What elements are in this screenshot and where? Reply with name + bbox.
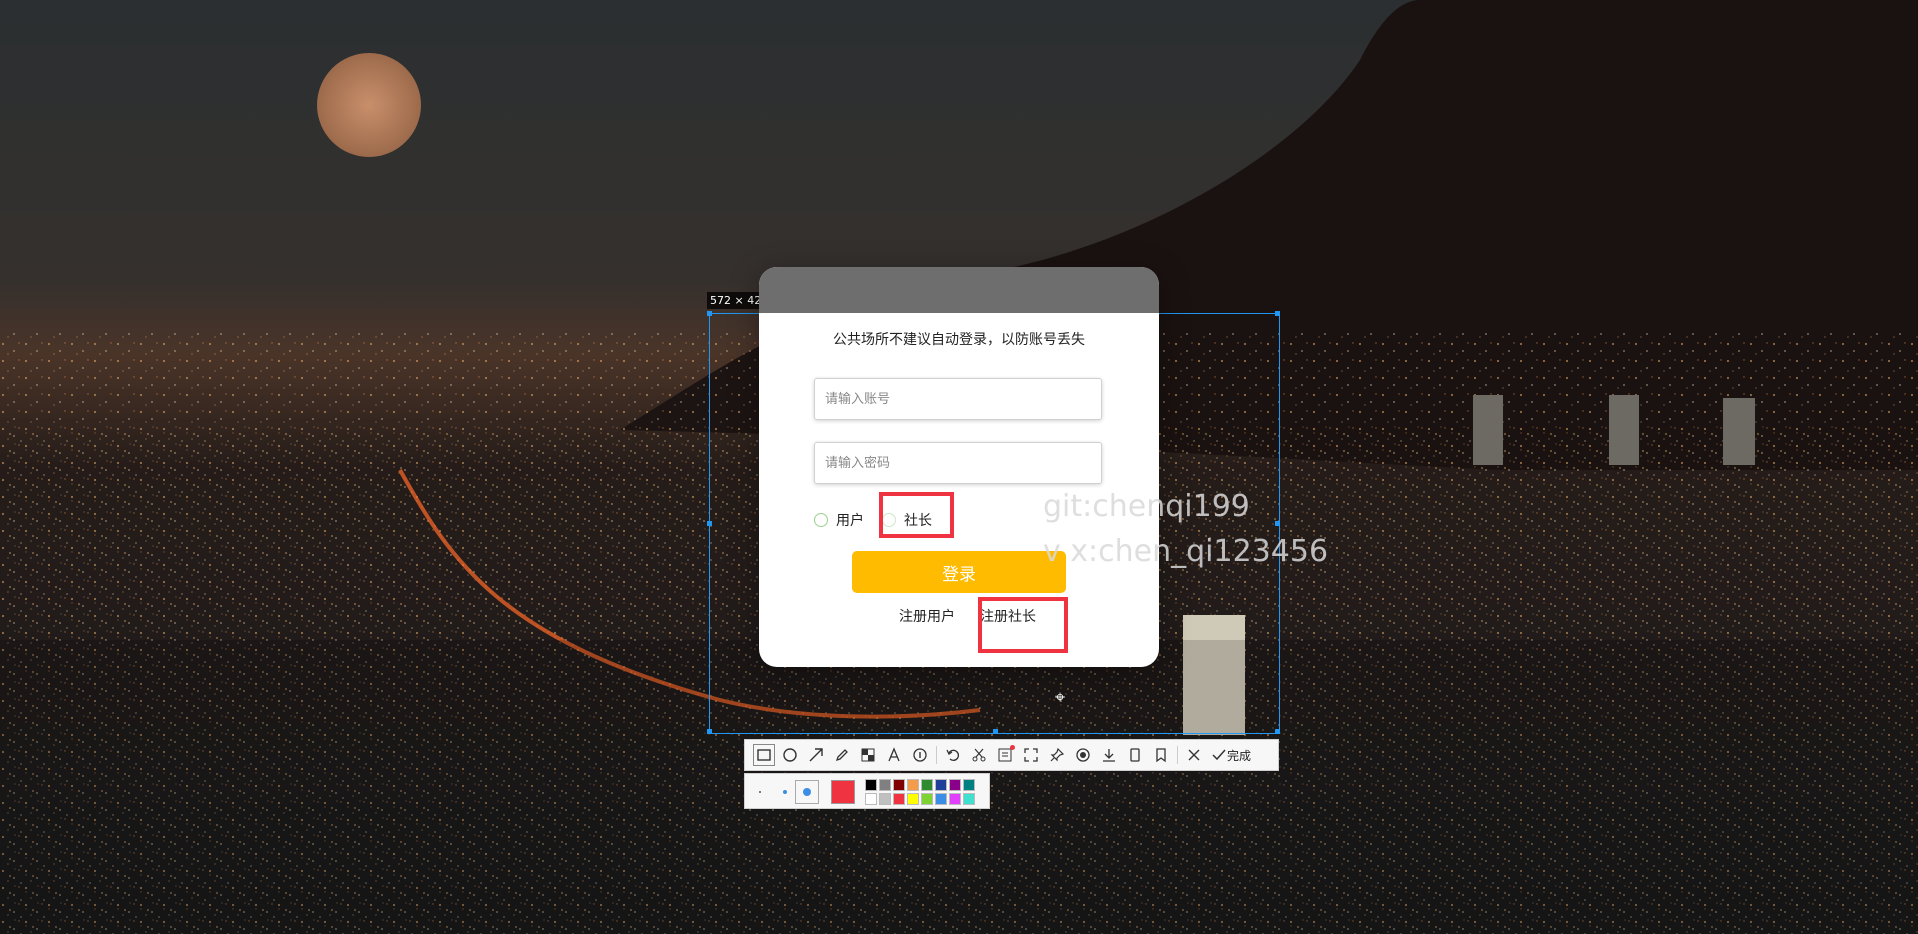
fullscreen-icon[interactable] — [1018, 742, 1044, 768]
color-swatch[interactable] — [865, 779, 877, 791]
highlight-box-role-president[interactable] — [879, 492, 954, 538]
card-header-bar — [759, 267, 1159, 313]
login-notice: 公共场所不建议自动登录，以防账号丢失 — [833, 332, 1085, 348]
color-swatch[interactable] — [949, 793, 961, 805]
watermark-wechat: v x:chen_qi123456 — [1043, 534, 1329, 569]
resize-handle-left[interactable] — [707, 521, 712, 526]
move-cursor-icon: ⌖ — [1055, 687, 1066, 708]
resize-handle-top-left[interactable] — [707, 311, 712, 316]
color-swatch[interactable] — [963, 779, 975, 791]
pen-size-medium[interactable] — [783, 790, 787, 794]
color-swatch[interactable] — [907, 779, 919, 791]
bookmark-icon[interactable] — [1148, 742, 1174, 768]
resize-handle-bottom[interactable] — [993, 729, 998, 734]
color-swatch[interactable] — [963, 793, 975, 805]
number-icon[interactable] — [907, 742, 933, 768]
color-swatch[interactable] — [949, 779, 961, 791]
toolbar-divider — [936, 746, 937, 764]
color-swatch[interactable] — [907, 793, 919, 805]
ocr-icon[interactable] — [992, 742, 1018, 768]
account-input[interactable] — [814, 378, 1102, 420]
role-user-option[interactable]: 用户 — [814, 510, 864, 530]
arrow-icon[interactable] — [803, 742, 829, 768]
resize-handle-top-right[interactable] — [1275, 311, 1280, 316]
style-palette — [744, 773, 990, 809]
pen-size-small[interactable] — [759, 791, 761, 793]
record-icon[interactable] — [1070, 742, 1096, 768]
phone-icon[interactable] — [1122, 742, 1148, 768]
password-input[interactable] — [814, 442, 1102, 484]
login-button[interactable]: 登录 — [852, 551, 1066, 593]
login-card: 公共场所不建议自动登录，以防账号丢失 用户 社长 登录 注册用户 注册社长 — [759, 267, 1159, 667]
role-user-label: 用户 — [836, 513, 864, 529]
done-label: 完成 — [1227, 748, 1252, 763]
resize-handle-bottom-left[interactable] — [707, 729, 712, 734]
radio-circle-icon[interactable] — [814, 513, 828, 527]
done-button[interactable]: 完成 — [1211, 747, 1251, 764]
download-icon[interactable] — [1096, 742, 1122, 768]
resize-handle-bottom-right[interactable] — [1275, 729, 1280, 734]
color-swatch[interactable] — [893, 779, 905, 791]
color-swatch[interactable] — [879, 793, 891, 805]
color-swatch[interactable] — [893, 793, 905, 805]
ellipse-icon[interactable] — [777, 742, 803, 768]
color-swatch[interactable] — [921, 779, 933, 791]
resize-handle-right[interactable] — [1275, 521, 1280, 526]
color-swatch[interactable] — [935, 793, 947, 805]
watermark-git: git:chenqi199 — [1043, 489, 1250, 524]
toolbar-divider — [1177, 746, 1178, 764]
mosaic-icon[interactable] — [855, 742, 881, 768]
pin-icon[interactable] — [1044, 742, 1070, 768]
scissors-icon[interactable] — [966, 742, 992, 768]
color-swatch[interactable] — [879, 779, 891, 791]
color-swatch[interactable] — [865, 793, 877, 805]
register-user-link[interactable]: 注册用户 — [899, 606, 955, 626]
check-icon — [1212, 749, 1226, 761]
close-icon[interactable] — [1181, 742, 1207, 768]
text-icon[interactable] — [881, 742, 907, 768]
current-color-swatch[interactable] — [831, 780, 855, 804]
pen-size-dot — [803, 788, 811, 796]
new-badge-dot — [1010, 745, 1015, 750]
rectangle-icon[interactable] — [751, 742, 777, 768]
pen-size-large[interactable] — [795, 780, 819, 804]
capture-toolbar: 完成 — [744, 739, 1279, 771]
color-swatch[interactable] — [935, 779, 947, 791]
highlight-box-register-president[interactable] — [978, 597, 1068, 653]
undo-icon[interactable] — [940, 742, 966, 768]
color-swatch[interactable] — [921, 793, 933, 805]
pencil-icon[interactable] — [829, 742, 855, 768]
